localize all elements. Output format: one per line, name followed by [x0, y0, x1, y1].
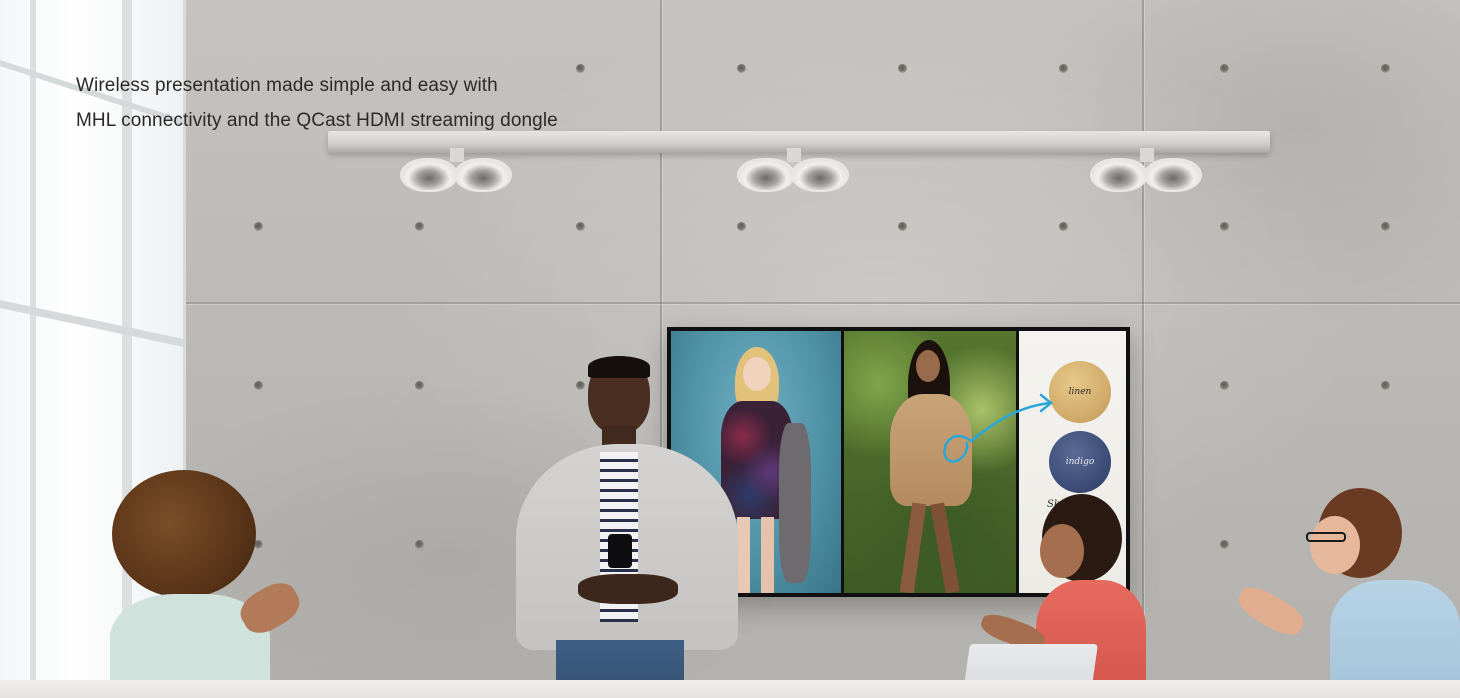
wall-hole — [1381, 381, 1390, 390]
smartphone — [608, 534, 632, 568]
spotlight — [400, 148, 514, 192]
wall-hole — [415, 381, 424, 390]
attendee-middle — [962, 494, 1156, 698]
wall-hole — [1381, 64, 1390, 73]
attendee-left-hair — [112, 470, 256, 598]
conference-table — [0, 680, 1460, 698]
wall-hole — [254, 381, 263, 390]
wall-hole — [1220, 381, 1229, 390]
headline-line-1: Wireless presentation made simple and ea… — [76, 75, 498, 96]
wall-hole — [898, 64, 907, 73]
wall-hole — [1381, 222, 1390, 231]
attendee-right-hands — [1233, 580, 1309, 642]
wall-hole — [898, 222, 907, 231]
presenter — [512, 356, 742, 698]
wall-hole — [737, 222, 746, 231]
wall-hole — [1059, 64, 1068, 73]
wall-hole — [415, 222, 424, 231]
window-frame — [30, 0, 36, 698]
wall-hole — [576, 222, 585, 231]
wall-seam — [185, 302, 1460, 304]
eyeglasses — [1306, 532, 1346, 542]
wall-hole — [1220, 540, 1229, 549]
window-frame — [0, 300, 186, 348]
presenter-hands — [578, 574, 678, 604]
wall-hole — [254, 222, 263, 231]
wall-hole — [737, 64, 746, 73]
wall-hole — [1220, 222, 1229, 231]
headline-line-2: MHL connectivity and the QCast HDMI stre… — [76, 110, 558, 131]
spotlight — [737, 148, 851, 192]
spotlight — [1090, 148, 1204, 192]
wall-hole — [1059, 222, 1068, 231]
wall-hole — [1220, 64, 1229, 73]
attendee-right — [1230, 488, 1460, 698]
wall-hole — [415, 540, 424, 549]
attendee-left — [100, 470, 310, 698]
headline: Wireless presentation made simple and ea… — [76, 68, 636, 138]
